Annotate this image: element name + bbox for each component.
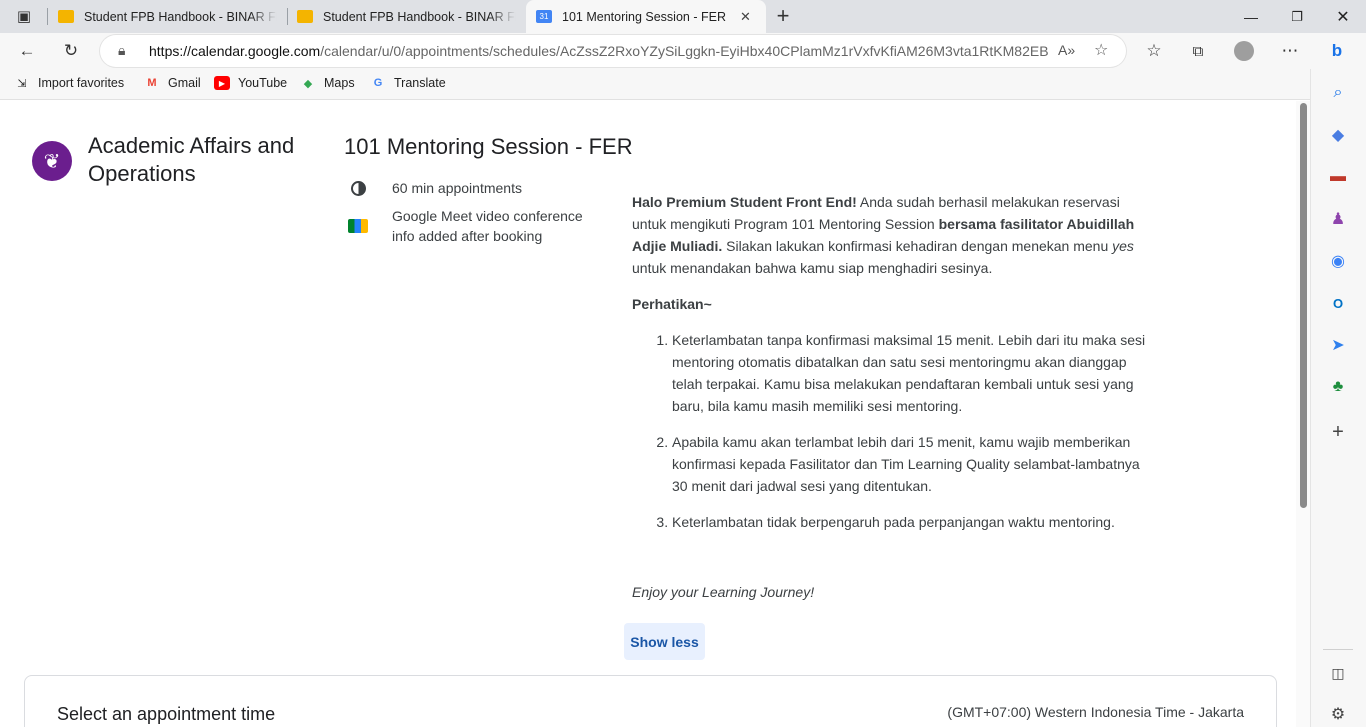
rules-list: Keterlambatan tanpa konfirmasi maksimal … [672, 329, 1152, 533]
intro-paragraph: Halo Premium Student Front End! Anda sud… [632, 194, 1135, 276]
notice-heading: Perhatikan~ [632, 296, 712, 312]
booking-page: ❦ Academic Affairs and Operations 101 Me… [0, 101, 1296, 727]
maps-icon: ◆ [303, 77, 313, 90]
clock-icon [344, 178, 372, 198]
meet-info-text: Google Meet video conference info added … [392, 208, 583, 244]
hide-sidebar-icon[interactable]: ◫ [1327, 662, 1349, 684]
favorite-import[interactable]: ⇲ Import favorites [14, 76, 124, 90]
collections-icon[interactable]: ⧉ [1183, 36, 1213, 66]
gmail-icon: M [147, 77, 157, 89]
page-scrollbar[interactable] [1296, 101, 1310, 727]
import-icon: ⇲ [17, 77, 27, 90]
profile-avatar[interactable] [1229, 36, 1259, 66]
bing-icon[interactable]: b [1322, 36, 1352, 66]
timezone-selector[interactable]: (GMT+07:00) Western Indonesia Time - Jak… [947, 704, 1244, 720]
tab-separator [287, 8, 288, 25]
read-aloud-icon[interactable]: A» [1058, 42, 1075, 58]
tab-handbook-2[interactable]: Student FPB Handbook - BINAR FPB [297, 0, 522, 33]
more-options-icon[interactable]: ⋯ [1275, 36, 1305, 66]
calendar-icon: 31 [536, 10, 552, 23]
lock-icon: 🔒︎ [118, 42, 126, 58]
minimize-icon[interactable]: — [1228, 0, 1274, 33]
tab-title: 101 Mentoring Session - FER [562, 9, 726, 24]
sidebar-divider [1323, 649, 1353, 650]
close-tab-icon[interactable]: ✕ [740, 9, 751, 25]
refresh-icon[interactable]: ↻ [56, 36, 86, 66]
tab-title: Student FPB Handbook - BINAR FPB [84, 9, 277, 24]
shopping-icon[interactable]: ◆ [1327, 124, 1349, 146]
tab-separator [47, 8, 48, 25]
tree-icon[interactable]: ♣ [1327, 376, 1349, 398]
duration-text: 60 min appointments [392, 180, 522, 196]
scrollbar-thumb[interactable] [1300, 103, 1307, 508]
list-item: Apabila kamu akan terlambat lebih dari 1… [672, 431, 1152, 497]
new-tab-button[interactable]: + [768, 1, 798, 31]
google-meet-icon [344, 216, 372, 236]
favorite-translate[interactable]: G Translate [370, 76, 446, 90]
address-bar[interactable]: 🔒︎ https://calendar.google.com/calendar/… [100, 35, 1126, 67]
favorite-gmail[interactable]: M Gmail [144, 76, 200, 90]
favorites-icon[interactable]: ☆ [1139, 36, 1169, 66]
tab-mentoring-session[interactable]: 31 101 Mentoring Session - FER ✕ [526, 0, 766, 33]
favorite-youtube[interactable]: ▶ YouTube [214, 76, 287, 90]
show-less-button[interactable]: Show less [624, 623, 705, 660]
favorites-bar: ⇲ Import favorites M Gmail ▶ YouTube ◆ Maps … [0, 69, 1366, 100]
favorite-maps[interactable]: ◆ Maps [300, 76, 355, 90]
tab-title: Student FPB Handbook - BINAR FPB [323, 9, 516, 24]
slides-icon [58, 10, 74, 23]
youtube-icon: ▶ [214, 76, 230, 90]
restore-icon[interactable]: ❐ [1274, 0, 1320, 33]
copilot-icon[interactable]: ◉ [1327, 250, 1349, 272]
navigation-toolbar: ← ↻ 🔒︎ https://calendar.google.com/calen… [0, 33, 1366, 69]
duration-info: 60 min appointments [344, 178, 522, 198]
closing-text: Enjoy your Learning Journey! [632, 584, 815, 600]
tab-actions-icon[interactable]: ▣ [9, 1, 39, 31]
meet-info: Google Meet video conference info added … [344, 206, 604, 246]
organization-logo: ❦ [32, 141, 72, 181]
appointment-time-panel: Select an appointment time (GMT+07:00) W… [24, 675, 1277, 727]
slides-icon [297, 10, 313, 23]
back-icon[interactable]: ← [12, 36, 42, 66]
select-time-heading: Select an appointment time [57, 704, 276, 724]
organization-name: Academic Affairs and Operations [88, 133, 295, 186]
list-item: Keterlambatan tanpa konfirmasi maksimal … [672, 329, 1152, 417]
tab-bar: ▣ Student FPB Handbook - BINAR FPB Stude… [0, 0, 1366, 33]
edge-sidebar: ⌕ ◆ ▬ ♟ ◉ O ➤ ♣ + ◫ ⚙ [1310, 69, 1366, 727]
settings-icon[interactable]: ⚙ [1327, 703, 1349, 725]
add-favorite-icon[interactable]: ☆ [1094, 40, 1108, 60]
search-icon[interactable]: ⌕ [1327, 82, 1349, 104]
event-title: 101 Mentoring Session - FER [344, 134, 633, 159]
outlook-icon[interactable]: O [1327, 292, 1349, 314]
tools-icon[interactable]: ▬ [1327, 166, 1349, 188]
translate-icon: G [373, 77, 383, 89]
close-window-icon[interactable]: ✕ [1320, 0, 1366, 33]
tab-handbook-1[interactable]: Student FPB Handbook - BINAR FPB [58, 0, 283, 33]
send-icon[interactable]: ➤ [1327, 334, 1349, 356]
url-text: https://calendar.google.com/calendar/u/0… [149, 43, 1049, 59]
add-icon[interactable]: + [1327, 421, 1349, 443]
list-item: Keterlambatan tidak berpengaruh pada per… [672, 511, 1152, 533]
games-icon[interactable]: ♟ [1327, 208, 1349, 230]
event-description: Halo Premium Student Front End! Anda sud… [632, 191, 1152, 547]
